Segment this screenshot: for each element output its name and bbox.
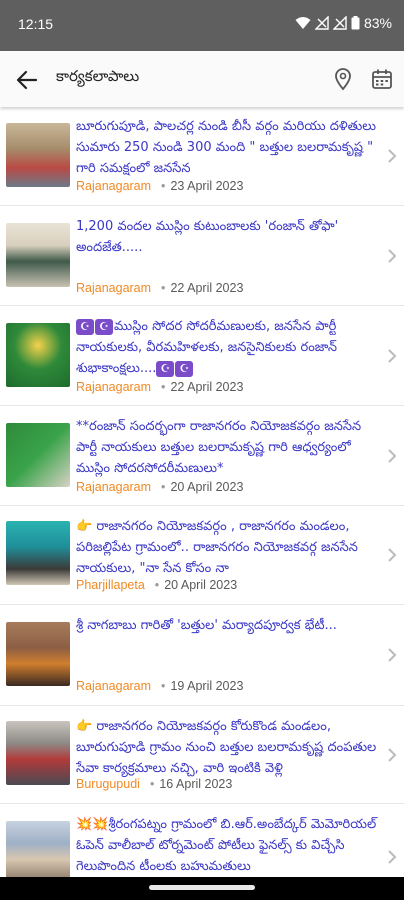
thumbnail-image — [6, 521, 70, 585]
item-date: 22 April 2023 — [170, 380, 244, 394]
signal-icon — [314, 16, 329, 30]
item-meta: Rajanagaram • 22 April 2023 — [76, 380, 243, 394]
item-date: 16 April 2023 — [159, 777, 233, 791]
separator-dot: • — [161, 480, 166, 494]
status-icons: 83% — [295, 15, 392, 31]
chevron-right-icon — [388, 349, 397, 363]
chevron-right-icon — [388, 850, 397, 864]
chevron-right-icon — [388, 548, 397, 562]
item-title: బూరుగుపూడి, పాలచర్ల నుండి బీసీ వర్గం మరి… — [76, 119, 376, 176]
thumbnail-image — [6, 821, 70, 877]
chevron-right-icon — [388, 149, 397, 163]
item-place: Burugupudi — [76, 777, 140, 791]
list-item[interactable]: శ్రీ నాగబాబు గారితో 'బత్తుల' మర్యాదపూర్వ… — [0, 606, 404, 706]
item-date: 22 April 2023 — [170, 281, 244, 295]
system-nav-bar — [0, 877, 404, 900]
separator-dot: • — [149, 777, 155, 791]
home-gesture-handle[interactable] — [149, 885, 255, 890]
item-meta: Rajanagaram • 22 April 2023 — [76, 281, 243, 295]
battery-icon — [351, 16, 360, 30]
item-date: 23 April 2023 — [170, 179, 244, 193]
page-title: కార్యకలాపాలు — [56, 67, 140, 85]
item-place: Rajanagaram — [76, 179, 152, 193]
list-item[interactable]: ☪ ☪ ముస్లిం సోదర సోదరీమణులకు, జనసేన పార్టీ… — [0, 307, 404, 406]
emoji-icon: ☪ — [76, 318, 94, 335]
battery-percent: 83% — [363, 15, 392, 31]
chevron-right-icon — [388, 648, 397, 662]
list-item[interactable]: 👉 రాజానగరం నియోజకవర్గం కోరుకొండ మండలం, బ… — [0, 707, 404, 804]
item-place: Pharjillapeta — [76, 578, 145, 592]
item-place: Rajanagaram — [76, 480, 152, 494]
list-item[interactable]: 👉 రాజానగరం నియోజకవర్గం , రాజానగరం మండలం,… — [0, 507, 404, 605]
list-item[interactable]: బూరుగుపూడి, పాలచర్ల నుండి బీసీ వర్గం మరి… — [0, 107, 404, 206]
emoji-icon: ☪ — [95, 318, 113, 335]
activities-list: బూరుగుపూడి, పాలచర్ల నుండి బీసీ వర్గం మరి… — [0, 107, 404, 877]
list-item[interactable]: 1,200 వందల ముస్లిం కుటుంబాలకు 'రంజాన్ తో… — [0, 207, 404, 306]
calendar-icon[interactable] — [371, 68, 393, 90]
item-date: 20 April 2023 — [170, 480, 244, 494]
chevron-right-icon — [388, 449, 397, 463]
status-bar: 12:15 83% — [0, 0, 404, 51]
item-title-text: ముస్లిం సోదర సోదరీమణులకు, జనసేన పార్టీ న… — [76, 319, 338, 376]
separator-dot: • — [161, 380, 166, 394]
item-title: 💥💥శ్రీరంగపట్నం గ్రామంలో బి.ఆర్.అంబేద్కర్… — [76, 817, 377, 874]
location-pin-icon[interactable] — [332, 67, 354, 91]
chevron-right-icon — [388, 748, 397, 762]
separator-dot: • — [161, 179, 166, 193]
item-title: 👉 రాజానగరం నియోజకవర్గం కోరుకొండ మండలం, బ… — [76, 719, 377, 776]
separator-dot: • — [161, 281, 166, 295]
item-title: శ్రీ నాగబాబు గారితో 'బత్తుల' మర్యాదపూర్వ… — [76, 618, 337, 633]
chevron-right-icon — [388, 249, 397, 263]
item-meta: Pharjillapeta • 20 April 2023 — [76, 578, 237, 592]
status-time: 12:15 — [18, 16, 54, 32]
item-title: 👉 రాజానగరం నియోజకవర్గం , రాజానగరం మండలం,… — [76, 519, 358, 576]
item-meta: Rajanagaram • 20 April 2023 — [76, 480, 243, 494]
item-title: **రంజాన్ సందర్భంగా రాజానగరం నియోజకవర్గం … — [76, 419, 362, 476]
emoji-icon: ☪ — [175, 360, 194, 377]
separator-dot: • — [154, 578, 160, 592]
item-place: Rajanagaram — [76, 281, 152, 295]
emoji-icon: ☪ — [156, 360, 175, 377]
wifi-icon — [295, 17, 311, 29]
app-bar: కార్యకలాపాలు — [0, 51, 404, 107]
list-item[interactable]: **రంజాన్ సందర్భంగా రాజానగరం నియోజకవర్గం … — [0, 407, 404, 506]
item-date: 19 April 2023 — [170, 679, 244, 693]
item-place: Rajanagaram — [76, 679, 152, 693]
item-title: 1,200 వందల ముస్లిం కుటుంబాలకు 'రంజాన్ తో… — [76, 219, 339, 255]
separator-dot: • — [161, 679, 166, 693]
thumbnail-image — [6, 223, 70, 287]
signal-icon-2 — [332, 16, 347, 30]
list-item[interactable]: 💥💥శ్రీరంగపట్నం గ్రామంలో బి.ఆర్.అంబేద్కర్… — [0, 805, 404, 877]
back-arrow-icon[interactable] — [14, 67, 40, 93]
thumbnail-image — [6, 721, 70, 785]
thumbnail-image — [6, 423, 70, 487]
item-title: ☪ ☪ ముస్లిం సోదర సోదరీమణులకు, జనసేన పార్టీ… — [76, 316, 378, 379]
thumbnail-image — [6, 323, 70, 387]
thumbnail-image — [6, 123, 70, 187]
item-meta: Rajanagaram • 19 April 2023 — [76, 679, 243, 693]
item-date: 20 April 2023 — [164, 578, 238, 592]
item-place: Rajanagaram — [76, 380, 152, 394]
thumbnail-image — [6, 622, 70, 686]
item-meta: Rajanagaram • 23 April 2023 — [76, 179, 243, 193]
item-meta: Burugupudi • 16 April 2023 — [76, 777, 232, 791]
